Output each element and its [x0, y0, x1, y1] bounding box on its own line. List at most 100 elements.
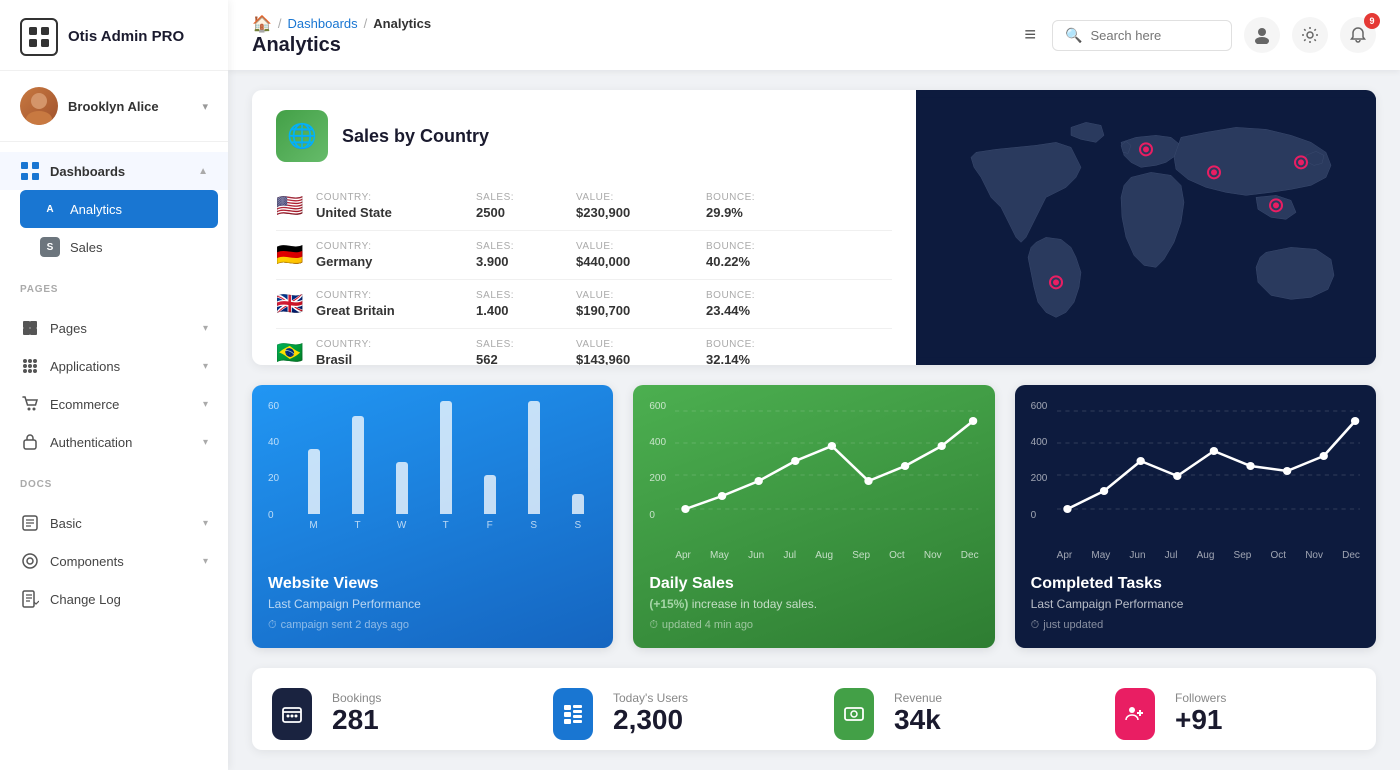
avatar	[20, 87, 58, 125]
table-row: 🇺🇸 Country:United State Sales:2500 Value…	[276, 182, 892, 231]
revenue-icon-box	[814, 668, 894, 750]
flag-us: 🇺🇸	[276, 193, 316, 219]
breadcrumb-current: Analytics	[373, 16, 431, 31]
chart-inner-tasks: 600 400 200 0	[1015, 385, 1376, 561]
daily-sales-footer: Daily Sales (+15%) increase in today sal…	[633, 561, 994, 648]
clock-icon: ⏱	[268, 619, 277, 632]
website-views-meta: ⏱ campaign sent 2 days ago	[268, 619, 597, 632]
chevron-up-icon: ▲	[198, 166, 208, 177]
chart-inner-sales: 600 400 200 0	[633, 385, 994, 561]
docs-nav: Basic ▾ Components ▾ Change Log	[0, 494, 228, 628]
topbar-right: 🔍 9	[1052, 17, 1376, 53]
followers-info: Followers +91	[1175, 668, 1376, 750]
completed-tasks-card: 600 400 200 0	[1015, 385, 1376, 648]
sidebar-item-sales[interactable]: S Sales	[20, 228, 228, 266]
flag-de: 🇩🇪	[276, 242, 316, 268]
col-value-value: $230,900	[576, 205, 706, 220]
col-label-country: Country:	[316, 192, 476, 203]
sidebar-item-basic[interactable]: Basic ▾	[0, 504, 228, 542]
ecommerce-icon	[20, 394, 40, 414]
col-value-sales: 2500	[476, 205, 576, 220]
sidebar-item-components[interactable]: Components ▾	[0, 542, 228, 580]
chevron-down-icon: ▾	[202, 100, 208, 113]
col-value-value3: $190,700	[576, 303, 706, 318]
sales-title: Sales by Country	[342, 126, 489, 147]
sales-label: Sales	[70, 240, 208, 255]
bookings-value: 281	[332, 705, 523, 736]
website-views-footer: Website Views Last Campaign Performance …	[252, 561, 613, 648]
users-label: Today's Users	[613, 691, 804, 705]
settings-icon-button[interactable]	[1292, 17, 1328, 53]
sidebar-item-analytics[interactable]: A Analytics	[20, 190, 218, 228]
authentication-label: Authentication	[50, 435, 193, 450]
user-profile[interactable]: Brooklyn Alice ▾	[0, 71, 228, 142]
sidebar-item-dashboards[interactable]: Dashboards ▲	[0, 152, 228, 190]
col-value-sales4: 562	[476, 352, 576, 365]
main-content: 🏠 / Dashboards / Analytics Analytics ≡ 🔍	[228, 0, 1400, 770]
sales-header: 🌐 Sales by Country	[276, 110, 892, 162]
notifications-icon-button[interactable]: 9	[1340, 17, 1376, 53]
breadcrumb-dashboards[interactable]: Dashboards	[288, 16, 358, 31]
country-table: 🇺🇸 Country:United State Sales:2500 Value…	[276, 182, 892, 365]
col-label-sales: Sales:	[476, 192, 576, 203]
col-value-bounce: 29.9%	[706, 205, 826, 220]
users-value: 2,300	[613, 705, 804, 736]
sidebar-item-ecommerce[interactable]: Ecommerce ▾	[0, 385, 228, 423]
bookings-icon-box	[252, 668, 332, 750]
flag-gb: 🇬🇧	[276, 291, 316, 317]
dashboards-nav: Dashboards ▲ A Analytics S Sales	[0, 142, 228, 276]
chevron-down-pages-icon: ▾	[203, 323, 208, 334]
menu-toggle-icon[interactable]: ≡	[1024, 24, 1036, 47]
col-label-value: Value:	[576, 192, 706, 203]
sidebar-item-applications[interactable]: Applications ▾	[0, 347, 228, 385]
sidebar-item-pages[interactable]: Pages ▾	[0, 309, 228, 347]
sales-by-country-card: 🌐 Sales by Country 🇺🇸 Country:United Sta…	[252, 90, 1376, 365]
col-value-country2: Germany	[316, 254, 476, 269]
revenue-info: Revenue 34k	[894, 668, 1095, 750]
followers-icon-box	[1095, 668, 1175, 750]
sidebar-item-authentication[interactable]: Authentication ▾	[0, 423, 228, 461]
website-views-subtitle: Last Campaign Performance	[268, 597, 597, 611]
user-icon-button[interactable]	[1244, 17, 1280, 53]
pages-section-label: PAGES	[0, 276, 228, 299]
bookings-icon	[272, 688, 312, 740]
chevron-down-components-icon: ▾	[203, 556, 208, 567]
col-value-value4: $143,960	[576, 352, 706, 365]
daily-sales-subtitle-text: increase in today sales.	[692, 597, 817, 611]
table-row: 🇧🇷 Country:Brasil Sales:562 Value:$143,9…	[276, 329, 892, 365]
world-map-svg	[916, 90, 1376, 365]
col-value-sales3: 1.400	[476, 303, 576, 318]
col-value-sales2: 3.900	[476, 254, 576, 269]
search-icon: 🔍	[1065, 27, 1082, 44]
revenue-label: Revenue	[894, 691, 1085, 705]
dashboards-label: Dashboards	[50, 164, 188, 179]
applications-icon	[20, 356, 40, 376]
notification-count: 9	[1364, 13, 1380, 29]
pages-icon	[20, 318, 40, 338]
topbar: 🏠 / Dashboards / Analytics Analytics ≡ 🔍	[228, 0, 1400, 70]
daily-sales-title: Daily Sales	[649, 575, 978, 593]
chart-inner-views: 60 40 20 0 M	[252, 385, 613, 561]
completed-tasks-meta: ⏱ just updated	[1031, 619, 1360, 632]
analytics-label: Analytics	[70, 202, 198, 217]
daily-sales-card: 600 400 200 0	[633, 385, 994, 648]
components-label: Components	[50, 554, 193, 569]
breadcrumb-sep1: /	[278, 16, 282, 31]
changelog-icon	[20, 589, 40, 609]
clock-icon2: ⏱	[649, 619, 658, 632]
chevron-down-apps-icon: ▾	[203, 361, 208, 372]
sidebar-item-changelog[interactable]: Change Log	[0, 580, 228, 618]
col-value-country4: Brasil	[316, 352, 476, 365]
col-label-bounce: Bounce:	[706, 192, 826, 203]
users-icon-box	[533, 668, 613, 750]
sidebar: Otis Admin PRO Brooklyn Alice ▾ Dashboar…	[0, 0, 228, 770]
analytics-letter: A	[40, 199, 60, 219]
website-views-title: Website Views	[268, 575, 597, 593]
website-views-card: 60 40 20 0 M	[252, 385, 613, 648]
search-box[interactable]: 🔍	[1052, 20, 1232, 51]
sidebar-logo: Otis Admin PRO	[0, 0, 228, 71]
search-input[interactable]	[1090, 28, 1219, 43]
pages-nav: Pages ▾ Applications ▾ Ecommerce ▾ Authe…	[0, 299, 228, 471]
home-icon[interactable]: 🏠	[252, 14, 272, 34]
completed-tasks-title: Completed Tasks	[1031, 575, 1360, 593]
